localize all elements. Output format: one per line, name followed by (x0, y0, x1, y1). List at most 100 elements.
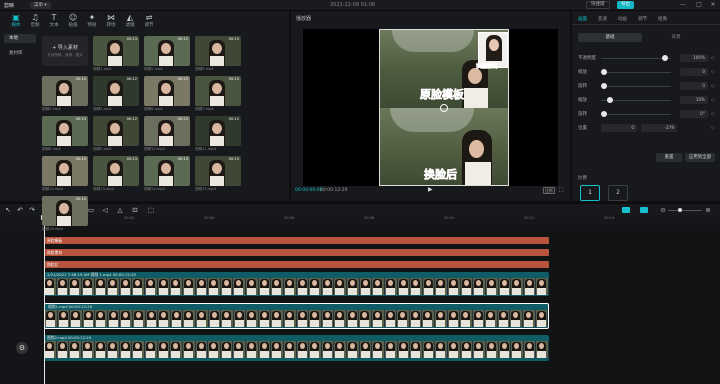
redo-icon[interactable]: ↷ (28, 206, 36, 214)
media-thumbnail[interactable]: 00:13 视频14.mp4 (144, 156, 190, 194)
keyframe-icon[interactable]: ◇ (711, 111, 715, 117)
rotate-icon[interactable]: △ (116, 206, 124, 214)
position-x-input[interactable]: 0 (601, 124, 637, 132)
zoom-in-icon[interactable]: ⊕ (704, 206, 712, 214)
keyframe-icon[interactable]: ◇ (711, 55, 715, 61)
media-thumbnail[interactable]: 00:13 视频8.mp4 (42, 116, 88, 154)
tab-media-0[interactable]: ▣ 媒体 (6, 13, 26, 28)
link-icon[interactable] (640, 207, 648, 213)
document-title: 2021-12-09 01:06 (330, 2, 376, 8)
ratio-option-1[interactable]: 1 (580, 185, 600, 201)
ratio-option-2[interactable]: 2 (608, 185, 628, 201)
media-thumbnail[interactable]: 00:12 视频12.mp4 (42, 156, 88, 194)
zoom-knob[interactable] (678, 208, 682, 212)
media-thumbnail[interactable]: 00:13 视频15.mp4 (195, 156, 241, 194)
media-thumbnail[interactable]: 00:13 视频1.mp4 (93, 36, 139, 74)
param-slider-knob[interactable] (601, 111, 607, 117)
close-icon[interactable]: ✕ (708, 1, 718, 8)
tab-media-7[interactable]: ⇌ 调节 (139, 13, 159, 28)
subtab-basic[interactable]: 基础 (578, 33, 642, 42)
param-slider[interactable] (601, 72, 671, 73)
media-thumbnail[interactable]: 00:13 视频7.mp4 (195, 76, 241, 114)
filmstrip-frame (434, 310, 448, 327)
media-thumbnail[interactable]: 00:12 视频9.mp4 (93, 116, 139, 154)
tab-matting[interactable]: 抠像 (658, 16, 667, 22)
category-local[interactable]: 本地 (4, 34, 36, 43)
tab-media-3[interactable]: ☺ 贴纸 (63, 13, 83, 28)
tab-media-2[interactable]: T 文本 (44, 13, 64, 28)
zoom-slider[interactable] (668, 210, 702, 211)
media-thumbnail[interactable]: 00:12 视频4.mp4 (42, 76, 88, 114)
subtab-background[interactable]: 背景 (644, 33, 708, 42)
maximize-icon[interactable]: □ (694, 1, 704, 8)
param-value[interactable]: 0° (680, 110, 708, 118)
select-icon[interactable]: ↖ (4, 206, 12, 214)
import-button[interactable]: + 导入素材 支持视频、音频、图片 (42, 36, 88, 66)
video-clip-3[interactable]: 视频2.mp4 00:00:12:29 (44, 335, 549, 361)
apply-all-button[interactable]: 应用到全部 (685, 153, 715, 162)
reset-button[interactable]: 重置 (656, 153, 682, 162)
keyframe-icon[interactable]: ◇ (711, 97, 715, 103)
cover-icon[interactable]: ⚙ (16, 342, 28, 354)
media-thumbnail[interactable]: 00:13 视频6.mp4 (144, 76, 190, 114)
keyframe-icon[interactable]: ◇ (711, 83, 715, 89)
filmstrip-frame (497, 310, 511, 327)
param-slider-knob[interactable] (607, 97, 614, 103)
minimize-icon[interactable]: — (678, 1, 688, 8)
media-thumbnail[interactable]: 00:13 视频13.mp4 (93, 156, 139, 194)
tab-adjust[interactable]: 调节 (638, 16, 647, 22)
ratio-button[interactable]: 比例 (543, 187, 555, 194)
tab-speed[interactable]: 变速 (598, 16, 607, 22)
fit-icon[interactable]: ⬚ (147, 206, 155, 214)
video-clip-1[interactable]: 2/21/2021 7:46:19 AM 视频 1.mp4 00:00:12:2… (44, 272, 549, 296)
preview-canvas[interactable]: 换脸素材 原脸模板 换脸后 (303, 29, 558, 186)
tab-media-5[interactable]: ⋈ 转场 (101, 13, 121, 28)
media-thumbnail[interactable]: 00:12 视频5.mp4 (93, 76, 139, 114)
magnet-icon[interactable] (622, 207, 630, 213)
export-button[interactable]: 导出 (617, 1, 634, 9)
param-slider[interactable] (601, 114, 671, 115)
tab-media-6[interactable]: ◭ 滤镜 (120, 13, 140, 28)
reverse-icon[interactable]: ▭ (87, 206, 95, 214)
timeline-ruler[interactable]: 00:0000:0200:0400:0600:0800:1000:1200:14 (0, 215, 720, 225)
transform-center-handle[interactable] (440, 104, 448, 112)
preview-frame[interactable]: 换脸素材 原脸模板 换脸后 (379, 29, 509, 186)
filmstrip-frame (309, 310, 322, 327)
mirror-icon[interactable]: ◁ (101, 206, 109, 214)
play-icon[interactable]: ▶ (428, 186, 433, 193)
param-slider-knob[interactable] (601, 69, 607, 75)
keyframe-icon[interactable]: ◇ (711, 125, 715, 131)
tab-picture[interactable]: 画面 (578, 16, 587, 22)
tab-media-4[interactable]: ✦ 特效 (82, 13, 102, 28)
param-slider-knob[interactable] (601, 83, 607, 89)
video-clip-2-selected[interactable]: 视频1.mp4 00:00:12:29 (44, 303, 549, 329)
text-clip-after[interactable]: 换脸后 (44, 261, 549, 268)
category-library[interactable]: 素材库 (4, 49, 36, 58)
shortcut-button[interactable]: 快捷键 (586, 1, 610, 9)
playhead[interactable] (41, 215, 48, 384)
param-slider-knob[interactable] (661, 55, 668, 61)
tab-animation[interactable]: 动画 (618, 16, 627, 22)
position-y-input[interactable]: -279 (641, 124, 677, 132)
media-thumbnail[interactable]: 00:12 视频16.mp4 (42, 196, 88, 231)
undo-icon[interactable]: ↶ (16, 206, 24, 214)
media-thumbnail[interactable]: 00:12 视频11.mp4 (195, 116, 241, 154)
menu-button[interactable]: 菜单 ▾ (30, 2, 51, 9)
param-slider[interactable] (601, 58, 671, 59)
media-thumbnail[interactable]: 00:12 视频2.mp4 (144, 36, 190, 74)
tab-media-1[interactable]: ♫ 音频 (25, 13, 45, 28)
text-clip-original[interactable]: 原脸模板 (44, 237, 549, 244)
param-value[interactable]: 100% (680, 54, 708, 62)
crop-icon[interactable]: ⊡ (131, 206, 139, 214)
keyframe-icon[interactable]: ◇ (711, 69, 715, 75)
zoom-out-icon[interactable]: ⊖ (659, 206, 667, 214)
param-value[interactable]: 10% (680, 96, 708, 104)
media-thumbnail[interactable]: 00:13 视频3.mp4 (195, 36, 241, 74)
thumbnail-duration: 00:12 (75, 157, 86, 161)
fullscreen-icon[interactable]: ⛶ (559, 187, 563, 195)
text-clip-material[interactable]: 换脸素材 (44, 249, 549, 256)
param-value[interactable]: 0 (680, 68, 708, 76)
media-thumbnail[interactable]: 00:23 视频10.mp4 (144, 116, 190, 154)
param-value[interactable]: 0 (680, 82, 708, 90)
param-slider[interactable] (601, 86, 671, 87)
